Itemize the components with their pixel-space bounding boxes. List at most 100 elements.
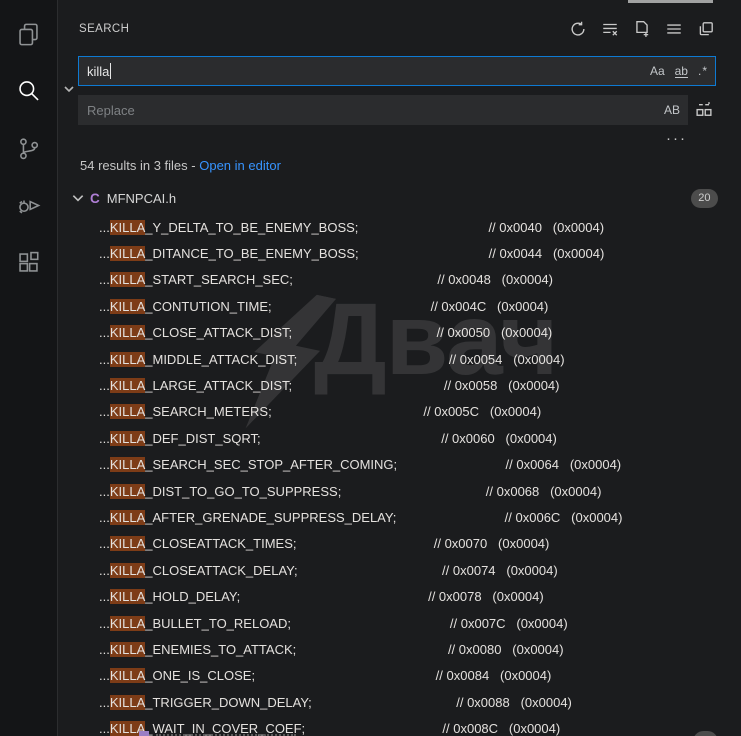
search-result-row[interactable]: ...KILLA_START_SEARCH_SEC; // 0x0048 (0x… [59, 267, 741, 293]
result-match-highlight: KILLA [110, 589, 145, 604]
search-input[interactable]: killa Aa ab .* [78, 56, 716, 86]
results-summary: 54 results in 3 files - Open in editor [80, 158, 741, 173]
replace-input[interactable]: Replace AB [78, 95, 688, 125]
source-control-icon [15, 135, 42, 167]
replace-row: Replace AB [78, 95, 716, 125]
result-tail: _CLOSE_ATTACK_DIST; // 0x0050 (0x0004) [145, 325, 552, 340]
search-result-row[interactable]: ...KILLA_Y_DELTA_TO_BE_ENEMY_BOSS; // 0x… [59, 214, 741, 240]
explorer-icon [15, 21, 42, 53]
result-prefix: ... [99, 589, 110, 604]
partial-next-file-row [118, 731, 741, 736]
result-prefix: ... [99, 246, 110, 261]
search-result-row[interactable]: ...KILLA_ONE_IS_CLOSE; // 0x0084 (0x0004… [59, 663, 741, 689]
result-match-highlight: KILLA [110, 352, 145, 367]
new-search-editor-icon [633, 25, 651, 42]
sidebar-item-search[interactable] [5, 65, 53, 122]
result-prefix: ... [99, 563, 110, 578]
result-tail: _SEARCH_SEC_STOP_AFTER_COMING; // 0x0064… [145, 457, 621, 472]
result-match-highlight: KILLA [110, 299, 145, 314]
result-match-highlight: KILLA [110, 272, 145, 287]
search-result-row[interactable]: ...KILLA_CLOSEATTACK_TIMES; // 0x0070 (0… [59, 531, 741, 557]
whole-word-button[interactable]: ab [675, 65, 688, 78]
result-tail: _START_SEARCH_SEC; // 0x0048 (0x0004) [145, 272, 553, 287]
result-prefix: ... [99, 404, 110, 419]
c-file-icon: C [90, 191, 100, 206]
result-tail: _BULLET_TO_RELOAD; // 0x007C (0x0004) [145, 616, 567, 631]
panel-title: SEARCH [79, 23, 129, 35]
sidebar-item-run-debug[interactable] [5, 179, 53, 236]
search-result-row[interactable]: ...KILLA_DIST_TO_GO_TO_SUPPRESS; // 0x00… [59, 478, 741, 504]
clear-search-results-button[interactable] [601, 20, 619, 38]
result-prefix: ... [99, 484, 110, 499]
toggle-search-details-button[interactable]: ··· [666, 135, 687, 149]
match-case-button[interactable]: Aa [650, 65, 665, 77]
refresh-button[interactable] [569, 20, 587, 38]
search-result-row[interactable]: ...KILLA_CLOSE_ATTACK_DIST; // 0x0050 (0… [59, 320, 741, 346]
sidebar-item-extensions[interactable] [5, 236, 53, 293]
result-match-highlight: KILLA [110, 616, 145, 631]
search-result-row[interactable]: ...KILLA_CONTUTION_TIME; // 0x004C (0x00… [59, 293, 741, 319]
replace-options: AB [664, 96, 680, 124]
result-prefix: ... [99, 721, 110, 736]
search-query-text: killa [79, 64, 109, 79]
search-result-row[interactable]: ...KILLA_LARGE_ATTACK_DIST; // 0x0058 (0… [59, 372, 741, 398]
result-match-highlight: KILLA [110, 642, 145, 657]
search-result-row[interactable]: ...KILLA_DITANCE_TO_BE_ENEMY_BOSS; // 0x… [59, 240, 741, 266]
match-count-badge: 20 [691, 189, 718, 207]
expand-results-icon [665, 25, 683, 42]
search-result-row[interactable]: ...KILLA_SEARCH_SEC_STOP_AFTER_COMING; /… [59, 452, 741, 478]
search-result-row[interactable]: ...KILLA_BULLET_TO_RELOAD; // 0x007C (0x… [59, 610, 741, 636]
result-prefix: ... [99, 642, 110, 657]
result-match-highlight: KILLA [110, 695, 145, 710]
result-tail: _SEARCH_METERS; // 0x005C (0x0004) [145, 404, 541, 419]
search-result-row[interactable]: ...KILLA_SEARCH_METERS; // 0x005C (0x000… [59, 399, 741, 425]
open-search-in-panel-button[interactable] [697, 20, 715, 38]
replace-all-button[interactable] [694, 99, 716, 121]
result-tail: _LARGE_ATTACK_DIST; // 0x0058 (0x0004) [145, 378, 559, 393]
search-result-row[interactable]: ...KILLA_DEF_DIST_SQRT; // 0x0060 (0x000… [59, 425, 741, 451]
search-result-row[interactable]: ...KILLA_HOLD_DELAY; // 0x0078 (0x0004) [59, 583, 741, 609]
regex-button[interactable]: .* [698, 65, 708, 77]
search-result-row[interactable]: ...KILLA_AFTER_GRENADE_SUPPRESS_DELAY; /… [59, 504, 741, 530]
next-file-badge-sliver [693, 731, 718, 736]
result-tail: _DEF_DIST_SQRT; // 0x0060 (0x0004) [145, 431, 557, 446]
screenshot-edge-artifact [628, 0, 713, 3]
sidebar-item-source-control[interactable] [5, 122, 53, 179]
file-name: MFNPCAI.h [107, 191, 176, 206]
panel-header: SEARCH [59, 0, 741, 40]
vscode-search-panel: SEARCH [0, 0, 741, 736]
result-tail: _Y_DELTA_TO_BE_ENEMY_BOSS; // 0x0040 (0x… [145, 220, 604, 235]
search-result-row[interactable]: ...KILLA_ENEMIES_TO_ATTACK; // 0x0080 (0… [59, 636, 741, 662]
result-prefix: ... [99, 457, 110, 472]
result-prefix: ... [99, 325, 110, 340]
search-result-row[interactable]: ...KILLA_CLOSEATTACK_DELAY; // 0x0074 (0… [59, 557, 741, 583]
result-match-highlight: KILLA [110, 431, 145, 446]
search-area: killa Aa ab .* Replace AB [59, 56, 741, 149]
open-new-search-editor-button[interactable] [633, 20, 651, 38]
result-prefix: ... [99, 668, 110, 683]
replace-all-icon [694, 106, 714, 123]
result-tail: _MIDDLE_ATTACK_DIST; // 0x0054 (0x0004) [145, 352, 564, 367]
result-prefix: ... [99, 616, 110, 631]
run-debug-icon [15, 192, 42, 224]
result-prefix: ... [99, 431, 110, 446]
open-in-editor-link[interactable]: Open in editor [199, 158, 281, 173]
search-result-row[interactable]: ...KILLA_MIDDLE_ATTACK_DIST; // 0x0054 (… [59, 346, 741, 372]
result-tail: _CONTUTION_TIME; // 0x004C (0x0004) [145, 299, 548, 314]
result-tail: _CLOSEATTACK_TIMES; // 0x0070 (0x0004) [145, 536, 549, 551]
search-icon [15, 78, 42, 110]
result-match-highlight: KILLA [110, 404, 145, 419]
result-tail: _DIST_TO_GO_TO_SUPPRESS; // 0x0068 (0x00… [145, 484, 601, 499]
search-side-panel: SEARCH [59, 0, 741, 736]
extensions-icon [15, 249, 42, 281]
toggle-replace-button[interactable] [59, 56, 78, 126]
expand-all-button[interactable] [665, 20, 683, 38]
preserve-case-button[interactable]: AB [664, 104, 680, 116]
result-prefix: ... [99, 510, 110, 525]
result-prefix: ... [99, 220, 110, 235]
search-result-row[interactable]: ...KILLA_TRIGGER_DOWN_DELAY; // 0x0088 (… [59, 689, 741, 715]
file-result-header[interactable]: C MFNPCAI.h 20 [59, 186, 741, 211]
chevron-down-icon[interactable] [71, 191, 87, 207]
result-prefix: ... [99, 272, 110, 287]
sidebar-item-explorer[interactable] [5, 8, 53, 65]
